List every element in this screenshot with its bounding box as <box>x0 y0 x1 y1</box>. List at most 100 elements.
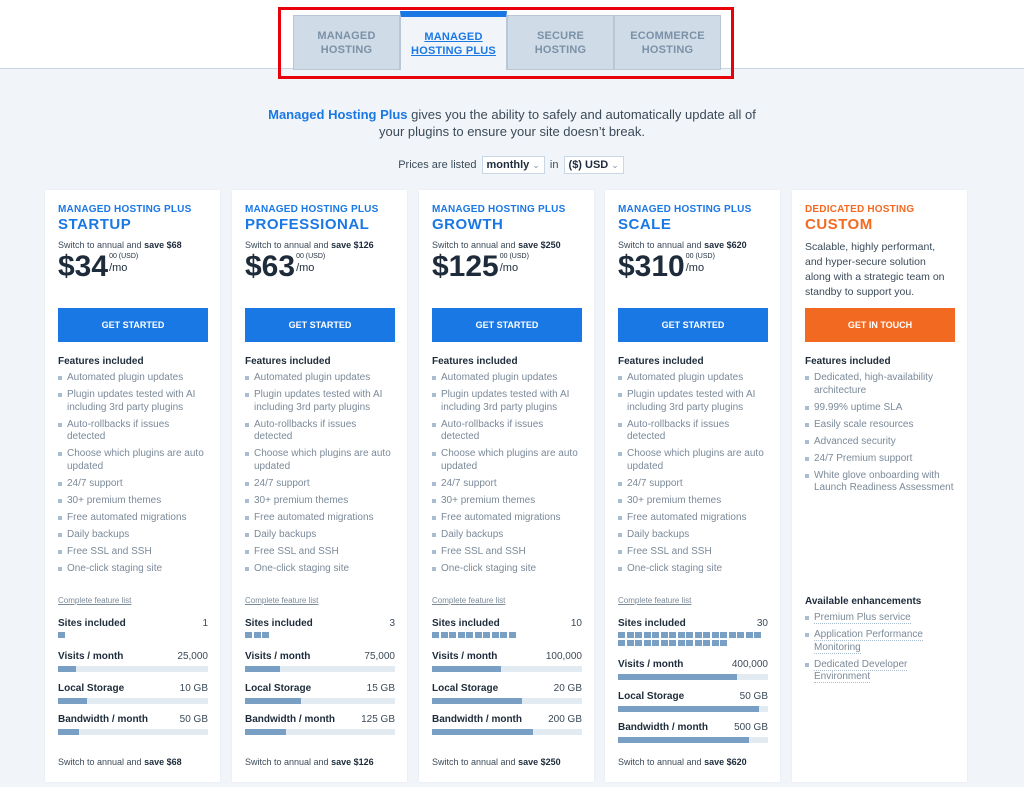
site-block <box>262 632 269 638</box>
features-list: Automated plugin updates Plugin updates t… <box>245 372 397 580</box>
feature-item: Automated plugin updates <box>58 372 210 385</box>
site-block <box>754 632 761 638</box>
annual-savings-footer: Switch to annual and save $250 <box>432 757 561 767</box>
feature-item: Auto-rollbacks if issues detected <box>58 419 210 444</box>
feature-item: Choose which plugins are auto updated <box>58 448 210 473</box>
stat-bar <box>58 698 208 704</box>
tab-label-line1: MANAGED <box>317 29 376 42</box>
stat-value: 50 GB <box>179 714 208 725</box>
feature-item: 24/7 support <box>58 478 210 491</box>
feature-item: Free SSL and SSH <box>618 546 770 559</box>
stat-value: 10 <box>570 618 582 629</box>
stat-value: 3 <box>389 618 395 629</box>
feature-item: White glove onboarding with Launch Readi… <box>805 470 957 495</box>
feature-item: Free automated migrations <box>58 512 210 525</box>
site-block <box>677 640 685 646</box>
features-list: Automated plugin updates Plugin updates t… <box>58 372 210 580</box>
stat-bar <box>618 706 768 712</box>
site-block <box>635 640 642 646</box>
feature-item: Plugin updates tested with AI including … <box>245 389 397 414</box>
save-amount: save $250 <box>518 757 561 767</box>
sites-blocks <box>58 632 206 640</box>
enhancements-list: Premium Plus service Application Performa… <box>805 612 957 688</box>
intro-body: gives you the ability to safely and auto… <box>407 107 756 122</box>
switch-text: Switch to annual and <box>432 240 519 250</box>
site-block <box>669 632 676 638</box>
get-started-button[interactable]: GET STARTED <box>432 308 582 342</box>
site-block <box>491 632 499 638</box>
features-title: Features included <box>58 356 144 367</box>
feature-item: 24/7 support <box>618 478 770 491</box>
prices-label: Prices are listed <box>398 159 477 171</box>
site-block <box>652 632 659 638</box>
enhancement-link[interactable]: Dedicated Developer Environment <box>814 658 908 683</box>
site-block <box>440 632 448 638</box>
tab-label-line1: MANAGED <box>424 30 483 43</box>
complete-feature-list-link[interactable]: Complete feature list <box>58 596 131 605</box>
site-block <box>686 640 693 646</box>
get-started-button[interactable]: GET STARTED <box>245 308 395 342</box>
enhancement-item[interactable]: Dedicated Developer Environment <box>805 658 957 684</box>
stat-visits-month: Visits / month 75,000 <box>245 651 395 672</box>
feature-item: 24/7 support <box>245 478 397 491</box>
price-period: /mo <box>109 262 128 274</box>
get-started-button[interactable]: GET STARTED <box>58 308 208 342</box>
feature-item: Choose which plugins are auto updated <box>245 448 397 473</box>
switch-text: Switch to annual and <box>432 757 519 767</box>
get-in-touch-button[interactable]: GET IN TOUCH <box>805 308 955 342</box>
stat-sites: Sites included 30 <box>618 618 768 648</box>
tab-managed-hosting[interactable]: MANAGED HOSTING <box>293 15 400 70</box>
plan-card-startup: MANAGED HOSTING PLUS STARTUP Switch to ann… <box>45 190 220 782</box>
enhancement-link[interactable]: Application Performance Monitoring <box>814 629 923 654</box>
tab-managed-hosting-plus[interactable]: MANAGED HOSTING PLUS <box>400 11 507 70</box>
plan-card-growth: MANAGED HOSTING PLUS GROWTH Switch to annu… <box>419 190 594 782</box>
billing-period-value: monthly <box>486 159 530 171</box>
billing-period-select[interactable]: monthly ⌄ <box>481 156 545 174</box>
feature-item: 30+ premium themes <box>618 495 770 508</box>
stat-value: 100,000 <box>545 651 582 662</box>
stat-bandwidth-month: Bandwidth / month 125 GB <box>245 714 395 735</box>
tab-ecommerce-hosting[interactable]: ECOMMERCE HOSTING <box>614 15 721 70</box>
stat-value: 25,000 <box>177 651 208 662</box>
feature-item: 30+ premium themes <box>432 495 584 508</box>
complete-feature-list-link[interactable]: Complete feature list <box>618 596 691 605</box>
stat-label: Visits / month <box>245 651 311 662</box>
save-amount: save $68 <box>144 757 182 767</box>
enhancement-item[interactable]: Premium Plus service <box>805 612 957 625</box>
stat-bar <box>432 698 582 704</box>
enhancement-item[interactable]: Application Performance Monitoring <box>805 629 957 654</box>
site-block <box>720 640 727 646</box>
plan-name: CUSTOM <box>805 216 873 233</box>
site-block <box>500 632 507 638</box>
price-cents: 00 (USD) <box>296 253 326 260</box>
stat-local-storage: Local Storage 15 GB <box>245 683 395 704</box>
stat-bar-fill <box>432 698 522 704</box>
feature-item: Daily backups <box>58 529 210 542</box>
stat-bar-fill <box>245 666 280 672</box>
price: $63 00 (USD) /mo <box>245 251 394 289</box>
feature-item: One-click staging site <box>245 563 397 576</box>
plan-card-scale: MANAGED HOSTING PLUS SCALE Switch to annua… <box>605 190 780 782</box>
complete-feature-list-link[interactable]: Complete feature list <box>432 596 505 605</box>
site-block <box>626 632 634 638</box>
complete-feature-list-link[interactable]: Complete feature list <box>245 596 318 605</box>
plan-eyebrow: DEDICATED HOSTING <box>805 204 915 215</box>
stat-value: 20 GB <box>553 683 582 694</box>
get-started-button[interactable]: GET STARTED <box>618 308 768 342</box>
enhancement-link[interactable]: Premium Plus service <box>814 612 911 624</box>
feature-item: One-click staging site <box>58 563 210 576</box>
price-amount: $125 <box>432 250 499 283</box>
feature-item: Daily backups <box>432 529 584 542</box>
stat-local-storage: Local Storage 20 GB <box>432 683 582 704</box>
features-list: Dedicated, high-availability architectur… <box>805 372 957 499</box>
stat-bar <box>432 666 582 672</box>
pricing-controls: Prices are listed monthly ⌄ in ($) USD ⌄ <box>0 156 1024 174</box>
annual-savings-footer: Switch to annual and save $68 <box>58 757 182 767</box>
stat-label: Bandwidth / month <box>58 714 148 725</box>
product-tabs: MANAGED HOSTING MANAGED HOSTING PLUS SECUR… <box>293 11 721 70</box>
price-cents: 00 (USD) <box>685 253 715 260</box>
tab-secure-hosting[interactable]: SECURE HOSTING <box>507 15 614 70</box>
currency-select[interactable]: ($) USD ⌄ <box>563 156 624 174</box>
features-title: Features included <box>245 356 331 367</box>
price-period: /mo <box>296 262 315 274</box>
